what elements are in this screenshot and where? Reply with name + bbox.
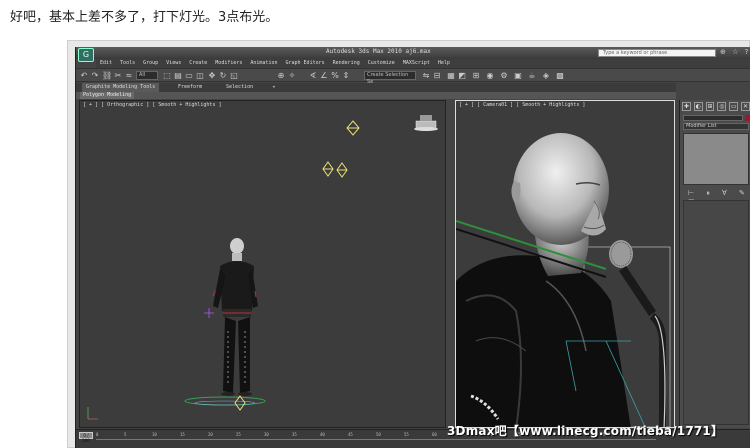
select-icon[interactable]: ⬚ bbox=[162, 71, 172, 81]
modifier-list-select[interactable]: Modifier List bbox=[683, 123, 749, 130]
rect-select-icon[interactable]: ▭ bbox=[184, 71, 194, 81]
post-text: 好吧，基本上差不多了，打下灯光。3点布光。 bbox=[10, 10, 279, 25]
mirror-icon[interactable]: ⇋ bbox=[421, 71, 431, 81]
timeline-tick: 30 bbox=[264, 432, 269, 437]
spinner-snap-icon[interactable]: ⇕ bbox=[341, 71, 351, 81]
window-title: Autodesk 3ds Max 2010 aj6.max bbox=[326, 48, 431, 55]
axis-tripod bbox=[87, 407, 98, 420]
timeline-tick: 20 bbox=[208, 432, 213, 437]
menu-item-customize[interactable]: Customize bbox=[368, 59, 395, 68]
manipulate-icon[interactable]: ✧ bbox=[287, 71, 297, 81]
app-window: G Autodesk 3ds Max 2010 aj6.max Type a k… bbox=[75, 47, 750, 448]
camera-viewport[interactable]: [ + ] [ Camera01 ] [ Smooth + Highlights… bbox=[455, 100, 675, 428]
undo-icon[interactable]: ↶ bbox=[79, 71, 89, 81]
orthographic-scene bbox=[87, 115, 438, 420]
target-gizmo[interactable] bbox=[234, 395, 246, 411]
camera-scene bbox=[456, 133, 671, 427]
menu-item-rendering[interactable]: Rendering bbox=[333, 59, 360, 68]
light-gizmo-right[interactable] bbox=[336, 162, 348, 178]
quick-render-icon[interactable]: ◈ bbox=[541, 71, 551, 81]
graphite-ribbon: Graphite Modeling Tools Freeform Selecti… bbox=[76, 83, 676, 92]
render-setup-icon[interactable]: ⚙ bbox=[499, 71, 509, 81]
watermark-text: 3Dmax吧【www.linecg.com/tieba/1771】 bbox=[447, 424, 724, 438]
light-gizmo-top[interactable] bbox=[346, 120, 360, 136]
extra-tool-icon[interactable]: ▩ bbox=[555, 71, 565, 81]
selection-filter-select[interactable]: All bbox=[136, 71, 158, 80]
timeline-tick: 55 bbox=[404, 432, 409, 437]
create-tab-icon[interactable]: ✚ bbox=[682, 102, 691, 111]
percent-snap-icon[interactable]: % bbox=[330, 71, 340, 81]
schematic-view-icon[interactable]: ⊞ bbox=[471, 71, 481, 81]
search-input[interactable]: Type a keyword or phrase bbox=[598, 49, 716, 57]
display-tab-icon[interactable]: ▭ bbox=[729, 102, 739, 111]
timeline-tick: 10 bbox=[152, 432, 157, 437]
snap-icon[interactable]: ∢ bbox=[308, 71, 318, 81]
timeline-tick: 35 bbox=[292, 432, 297, 437]
hierarchy-tab-icon[interactable]: ⊞ bbox=[705, 102, 715, 111]
character-model[interactable] bbox=[212, 238, 258, 396]
select-by-name-icon[interactable]: ▤ bbox=[173, 71, 183, 81]
menu-item-animation[interactable]: Animation bbox=[250, 59, 277, 68]
menu-item-maxscript[interactable]: MAXScript bbox=[403, 59, 430, 68]
redo-icon[interactable]: ↷ bbox=[90, 71, 100, 81]
timeline-tick: 5 bbox=[124, 432, 127, 437]
timeline-tick: 25 bbox=[236, 432, 241, 437]
render-icon[interactable]: ☕ bbox=[527, 71, 537, 81]
move-icon[interactable]: ✥ bbox=[207, 71, 217, 81]
modify-tab-icon[interactable]: ◐ bbox=[693, 102, 703, 111]
ribbon-options-icon[interactable]: ◂ bbox=[268, 83, 279, 92]
timeline-tick: 50 bbox=[376, 432, 381, 437]
timeline-tick: 15 bbox=[180, 432, 185, 437]
timeline-tick: 0 bbox=[96, 432, 99, 437]
motion-tab-icon[interactable]: ◎ bbox=[717, 102, 727, 111]
menu-item-edit[interactable]: Edit bbox=[100, 59, 112, 68]
object-color-swatch[interactable] bbox=[745, 115, 750, 121]
title-help-icons[interactable]: ⊕ ☆ ? bbox=[720, 48, 750, 56]
main-toolbar: ↶ ↷ ⛓ ✂ ≈ All ⬚ ▤ ▭ ◫ ✥ ↻ ◱ ⊕ ✧ ∢ ∠ % ⇕ … bbox=[76, 68, 750, 85]
orthographic-viewport[interactable]: [ + ] [ Orthographic ] [ Smooth + Highli… bbox=[79, 100, 446, 428]
tab-selection[interactable]: Selection bbox=[222, 83, 257, 92]
parameters-rollout bbox=[683, 200, 749, 425]
align-icon[interactable]: ⊟ bbox=[432, 71, 442, 81]
menu-bar: Edit Tools Group Views Create Modifiers Animat… bbox=[96, 59, 750, 68]
angle-snap-icon[interactable]: ∠ bbox=[319, 71, 329, 81]
menu-item-modifiers[interactable]: Modifiers bbox=[215, 59, 242, 68]
rotate-icon[interactable]: ↻ bbox=[218, 71, 228, 81]
named-selection-select[interactable]: Create Selection Se bbox=[364, 71, 416, 85]
ribbon-subpanel: Polygon Modeling bbox=[76, 92, 676, 99]
camera-gizmo-icon[interactable] bbox=[414, 115, 438, 131]
layer-manager-icon[interactable]: ▦ bbox=[446, 71, 456, 81]
command-panel: ✚ ◐ ⊞ ◎ ▭ ✕ Modifier List ⊢ ⏸ ∀ ✎ ▦ bbox=[679, 100, 750, 428]
modifier-stack[interactable] bbox=[683, 133, 749, 185]
utilities-tab-icon[interactable]: ✕ bbox=[741, 102, 750, 111]
timeline-tick: 45 bbox=[348, 432, 353, 437]
title-bar: G Autodesk 3ds Max 2010 aj6.max Type a k… bbox=[76, 47, 750, 62]
unlink-icon[interactable]: ✂ bbox=[113, 71, 123, 81]
timeline-tick: 60 bbox=[432, 432, 437, 437]
menu-item-create[interactable]: Create bbox=[189, 59, 207, 68]
menu-item-group[interactable]: Group bbox=[143, 59, 158, 68]
pivot-marker bbox=[204, 308, 214, 318]
tab-freeform[interactable]: Freeform bbox=[174, 83, 206, 92]
light-gizmo-left[interactable] bbox=[322, 161, 334, 177]
menu-item-graph-editors[interactable]: Graph Editors bbox=[285, 59, 324, 68]
object-name-field[interactable] bbox=[683, 115, 743, 121]
timeline-tick: 40 bbox=[320, 432, 325, 437]
bind-icon[interactable]: ≈ bbox=[124, 71, 134, 81]
scale-icon[interactable]: ◱ bbox=[229, 71, 239, 81]
rendered-frame-icon[interactable]: ▣ bbox=[513, 71, 523, 81]
curve-editor-icon[interactable]: ◩ bbox=[457, 71, 467, 81]
tab-polygon-modeling[interactable]: Polygon Modeling bbox=[80, 92, 135, 99]
menu-item-help[interactable]: Help bbox=[438, 59, 450, 68]
tab-graphite-modeling[interactable]: Graphite Modeling Tools bbox=[82, 83, 160, 92]
window-crossing-icon[interactable]: ◫ bbox=[195, 71, 205, 81]
pivot-icon[interactable]: ⊕ bbox=[276, 71, 286, 81]
menu-item-views[interactable]: Views bbox=[166, 59, 181, 68]
menu-item-tools[interactable]: Tools bbox=[120, 59, 135, 68]
time-slider-thumb[interactable]: 0 / 100 bbox=[79, 432, 93, 443]
material-editor-icon[interactable]: ◉ bbox=[485, 71, 495, 81]
link-icon[interactable]: ⛓ bbox=[102, 71, 112, 81]
panel-tabs: ✚ ◐ ⊞ ◎ ▭ ✕ bbox=[682, 102, 750, 112]
app-logo-icon[interactable]: G bbox=[78, 48, 94, 62]
